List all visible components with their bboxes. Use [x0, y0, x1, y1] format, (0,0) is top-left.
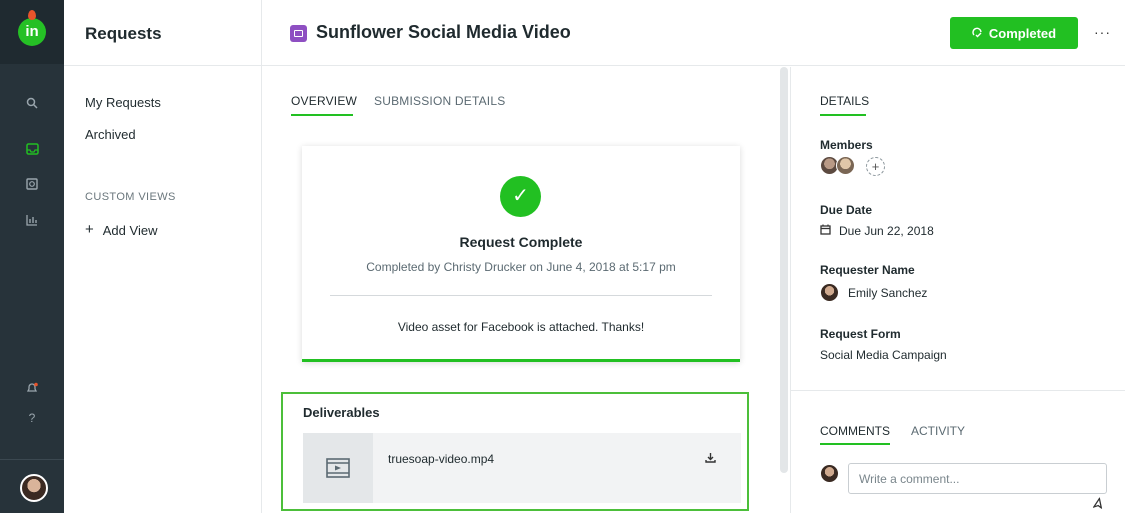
inbox-icon[interactable]	[24, 141, 40, 157]
add-view-button[interactable]: + Add View	[85, 221, 158, 238]
bell-icon[interactable]	[24, 380, 40, 396]
nav-item-archived[interactable]: Archived	[85, 127, 136, 142]
due-date-label: Due Date	[820, 203, 873, 217]
left-rail: in ?	[0, 0, 64, 513]
app-logo[interactable]: in	[18, 18, 46, 46]
due-date-row[interactable]: Due Jun 22, 2018	[820, 224, 934, 238]
completion-card: ✓ Request Complete Completed by Christy …	[302, 146, 740, 362]
tab-details-underline	[820, 114, 866, 116]
rail-divider	[0, 459, 64, 460]
card-divider	[330, 295, 712, 296]
calendar-icon	[820, 224, 831, 238]
commenter-avatar	[820, 464, 839, 483]
tab-details[interactable]: DETAILS	[820, 94, 869, 108]
tab-overview-underline	[291, 114, 353, 116]
tab-comments-underline	[820, 443, 890, 445]
center-scrollbar[interactable]	[780, 67, 788, 473]
members-label: Members	[820, 138, 873, 152]
add-member-button[interactable]: +	[866, 157, 885, 176]
deliverable-file-name[interactable]: truesoap-video.mp4	[388, 452, 494, 466]
page-title: Sunflower Social Media Video	[316, 22, 571, 42]
deliverable-file[interactable]: truesoap-video.mp4	[303, 433, 741, 503]
requests-nav-title: Requests	[85, 24, 162, 43]
tab-submission-details[interactable]: SUBMISSION DETAILS	[374, 94, 505, 108]
tab-activity[interactable]: ACTIVITY	[911, 424, 965, 438]
tab-comments[interactable]: COMMENTS	[820, 424, 890, 438]
requests-nav: Requests My Requests Archived CUSTOM VIE…	[64, 0, 262, 513]
completion-title: Request Complete	[459, 234, 583, 250]
details-panel: DETAILS Members + Due Date Due Jun 22, 2…	[790, 67, 1125, 513]
status-label: Completed	[988, 25, 1057, 41]
deliverables-section: Deliverables truesoap-video.mp4	[281, 392, 749, 511]
request-type-icon	[290, 25, 307, 42]
custom-views-heading: CUSTOM VIEWS	[85, 191, 176, 203]
completion-subtitle: Completed by Christy Drucker on June 4, …	[366, 260, 676, 274]
page-header: Sunflower Social Media Video Completed ·…	[262, 0, 1125, 66]
requester-name: Emily Sanchez	[848, 286, 928, 300]
logo-accent	[28, 10, 36, 20]
search-doc-icon[interactable]	[24, 176, 40, 192]
status-completed-button[interactable]: Completed	[950, 17, 1078, 49]
more-options-icon[interactable]: ···	[1094, 24, 1111, 40]
deliverables-title: Deliverables	[303, 405, 380, 420]
help-icon[interactable]: ?	[24, 410, 40, 426]
chart-icon[interactable]	[24, 212, 40, 228]
add-view-label: Add View	[102, 223, 158, 238]
panel-divider	[791, 390, 1125, 391]
request-form-value: Social Media Campaign	[820, 348, 947, 362]
due-date-value: Due Jun 22, 2018	[839, 224, 934, 238]
completion-message: Video asset for Facebook is attached. Th…	[397, 320, 645, 334]
member-avatar[interactable]	[836, 156, 855, 175]
user-avatar[interactable]	[20, 474, 48, 502]
requester-avatar	[820, 283, 839, 302]
requester-label: Requester Name	[820, 263, 915, 277]
request-form-label: Request Form	[820, 327, 901, 341]
tab-overview[interactable]: OVERVIEW	[291, 94, 357, 108]
status-icon	[972, 26, 983, 41]
check-icon: ✓	[500, 176, 541, 217]
plus-icon: +	[85, 221, 94, 238]
comment-input[interactable]	[848, 463, 1107, 494]
nav-item-my-requests[interactable]: My Requests	[85, 95, 161, 110]
search-icon[interactable]	[24, 95, 40, 111]
send-icon[interactable]	[1090, 496, 1107, 515]
logo-area: in	[0, 0, 64, 64]
download-icon[interactable]	[705, 452, 716, 466]
video-file-icon	[303, 433, 373, 503]
